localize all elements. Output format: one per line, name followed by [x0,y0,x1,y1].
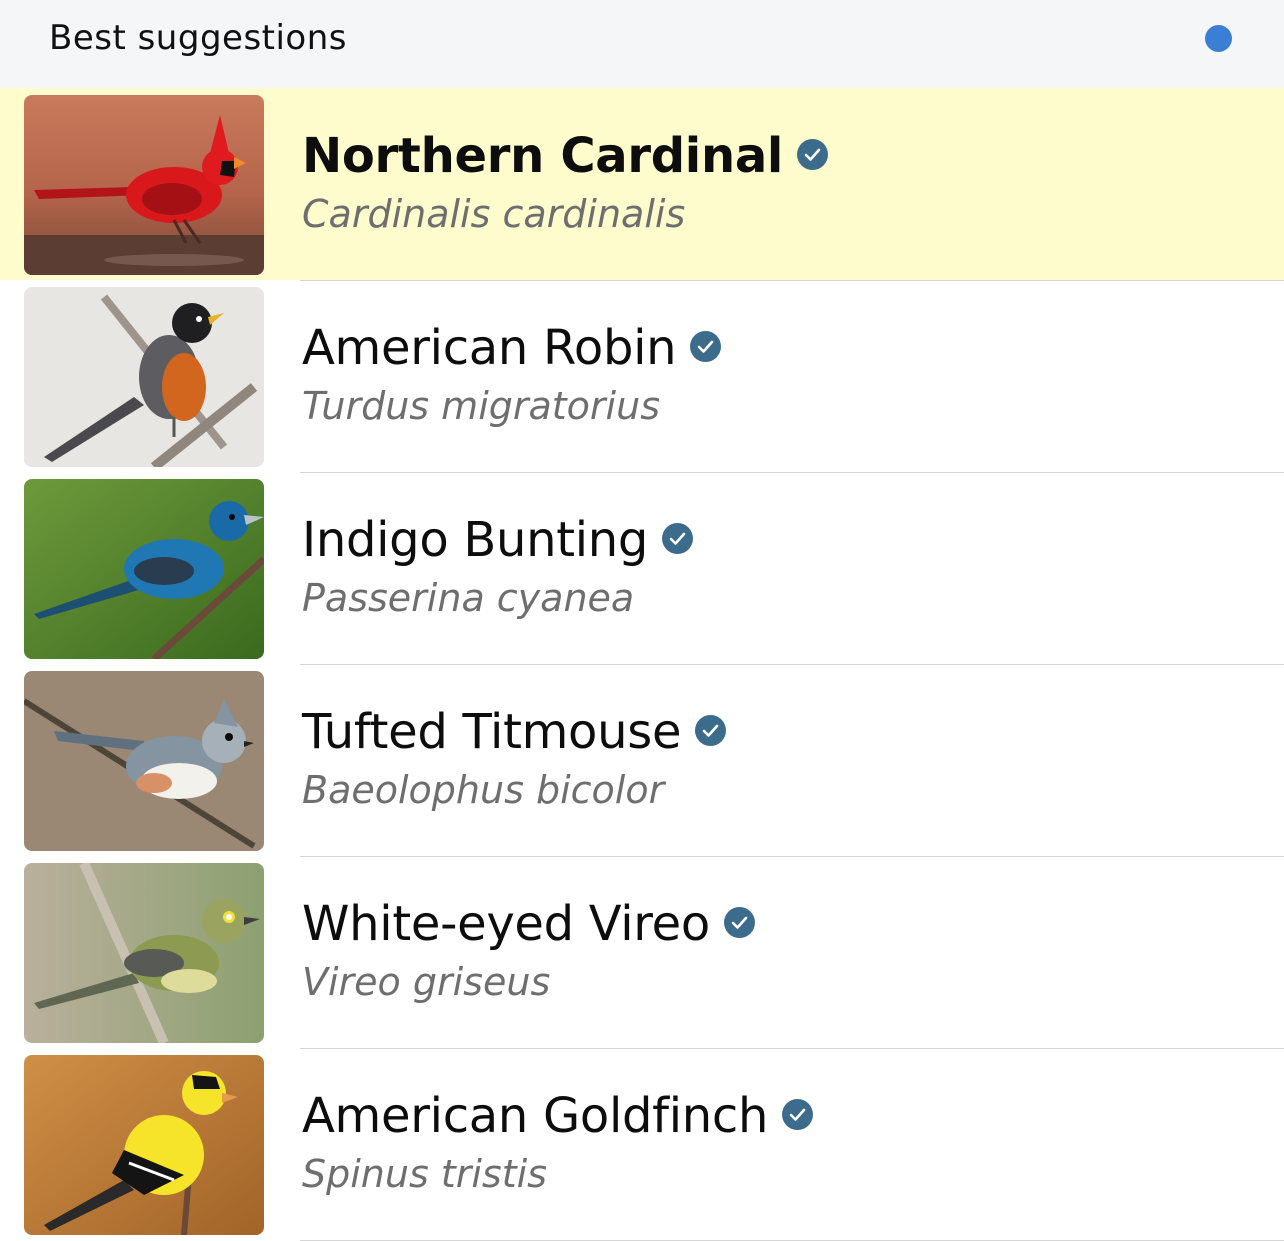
indigo-bunting-photo [24,479,264,659]
common-name: Tufted Titmouse [302,704,727,760]
common-name: American Robin [302,320,722,376]
verified-check-icon [782,1098,814,1130]
common-name: Indigo Bunting [302,512,694,568]
common-name: Northern Cardinal [302,128,829,184]
verified-check-icon [695,714,727,746]
row-divider [300,856,1284,857]
american-goldfinch-photo [24,1055,264,1235]
suggestion-row[interactable]: Tufted Titmouse Baeolophus bicolor [0,664,1284,856]
tufted-titmouse-photo [24,671,264,851]
verified-check-icon [662,522,694,554]
row-divider [300,664,1284,665]
scientific-name: Cardinalis cardinalis [302,192,686,236]
scientific-name: Vireo griseus [302,960,551,1004]
white-eyed-vireo-photo [24,863,264,1043]
scientific-name: Spinus tristis [302,1152,547,1196]
row-divider [300,472,1284,473]
suggestion-row[interactable]: Northern Cardinal Cardinalis cardinalis [0,88,1284,280]
american-robin-photo [24,287,264,467]
scientific-name: Baeolophus bicolor [302,768,665,812]
suggestion-row[interactable]: Indigo Bunting Passerina cyanea [0,472,1284,664]
row-divider [300,1048,1284,1049]
scientific-name: Turdus migratorius [302,384,660,428]
suggestion-row[interactable]: American Robin Turdus migratorius [0,280,1284,472]
suggestion-row[interactable]: American Goldfinch Spinus tristis [0,1048,1284,1241]
suggestions-header: Best suggestions [0,0,1284,88]
verified-check-icon [797,138,829,170]
common-name: White-eyed Vireo [302,896,755,952]
suggestion-row[interactable]: White-eyed Vireo Vireo griseus [0,856,1284,1048]
header-title: Best suggestions [49,18,347,58]
scientific-name: Passerina cyanea [302,576,635,620]
status-dot-icon [1205,25,1232,52]
verified-check-icon [690,330,722,362]
common-name: American Goldfinch [302,1088,814,1144]
verified-check-icon [723,906,755,938]
northern-cardinal-photo [24,95,264,275]
row-divider [300,280,1284,281]
